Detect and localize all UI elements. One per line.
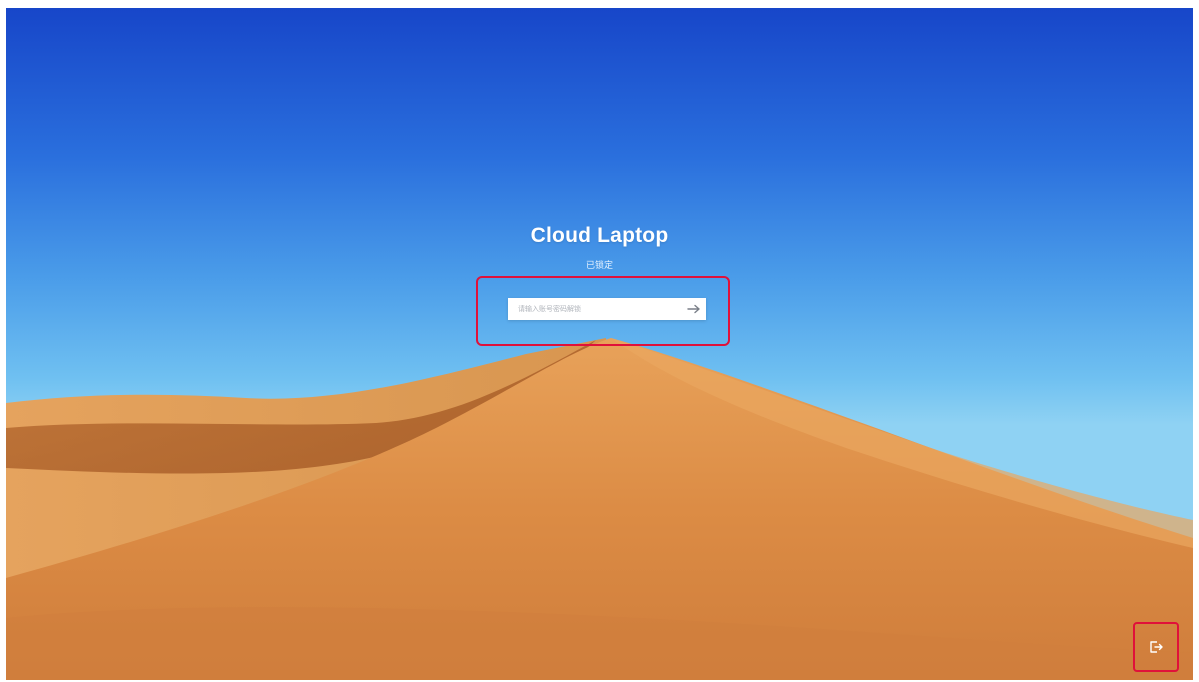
unlock-input-container xyxy=(508,298,706,320)
lock-status-label: 已锁定 xyxy=(585,260,613,270)
lock-screen-header: Cloud Laptop 已锁定 xyxy=(6,222,1193,272)
unlock-submit-button[interactable] xyxy=(682,298,706,320)
logout-button[interactable] xyxy=(1146,637,1166,657)
unlock-input[interactable] xyxy=(508,298,682,320)
app-title: Cloud Laptop xyxy=(530,224,669,247)
desktop-wallpaper: Cloud Laptop 已锁定 xyxy=(6,8,1193,680)
arrow-right-icon xyxy=(687,304,700,314)
logout-icon xyxy=(1150,641,1163,653)
